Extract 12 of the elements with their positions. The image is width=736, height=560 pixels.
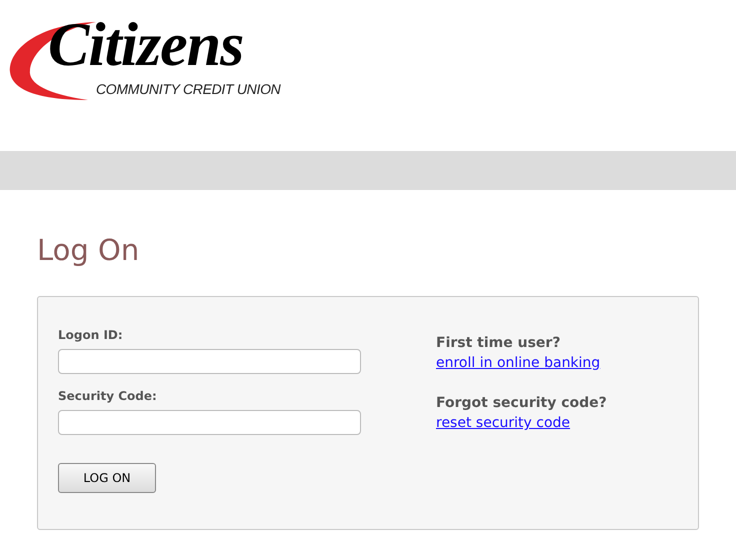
field-label: Security Code: [58,388,158,404]
field-label: Logon ID: [58,327,124,343]
log-on-button[interactable]: LOG ON [58,463,156,493]
page-title: Log On [37,232,140,269]
input-field[interactable] [58,349,361,374]
logo-name: Citizens [48,14,244,76]
help-link[interactable]: reset security code [436,413,607,433]
help-question: First time user? [436,334,562,353]
input-field[interactable] [58,410,361,435]
logo-tagline: COMMUNITY CREDIT UNION [96,82,280,96]
help-link[interactable]: enroll in online banking [436,353,607,373]
help-question: Forgot security code? [436,394,607,413]
